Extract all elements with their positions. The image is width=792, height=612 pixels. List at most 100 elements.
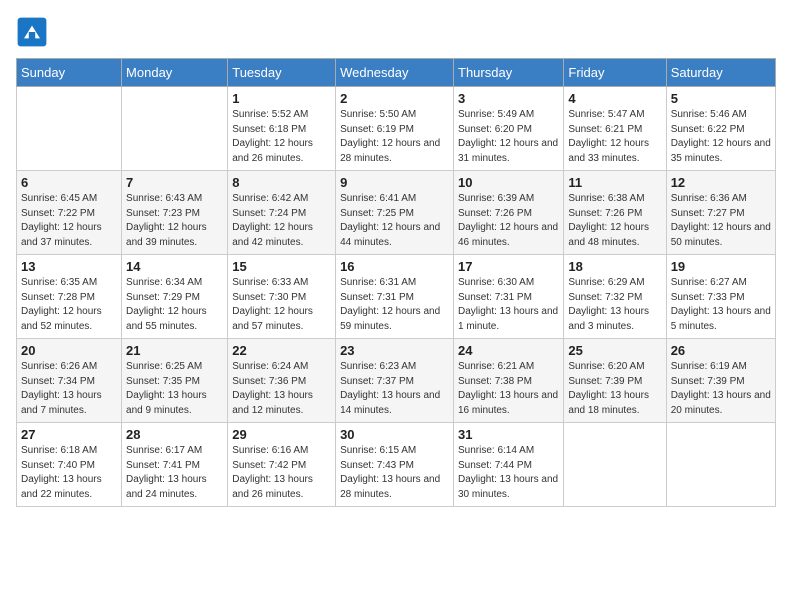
day-info: Sunrise: 5:49 AMSunset: 6:20 PMDaylight:… [458, 108, 559, 166]
day-info: Sunrise: 6:17 AMSunset: 7:41 PMDaylight:… [126, 444, 223, 502]
day-number: 21 [126, 343, 223, 358]
day-info: Sunrise: 6:30 AMSunset: 7:31 PMDaylight:… [458, 276, 559, 334]
calendar-cell: 19 Sunrise: 6:27 AMSunset: 7:33 PMDayligh… [666, 255, 775, 339]
day-info: Sunrise: 6:35 AMSunset: 7:28 PMDaylight:… [21, 276, 117, 334]
calendar-week-row: 27 Sunrise: 6:18 AMSunset: 7:40 PMDayligh… [17, 423, 776, 507]
day-number: 24 [458, 343, 559, 358]
calendar-cell: 30 Sunrise: 6:15 AMSunset: 7:43 PMDayligh… [336, 423, 454, 507]
day-number: 13 [21, 259, 117, 274]
calendar-cell: 23 Sunrise: 6:23 AMSunset: 7:37 PMDayligh… [336, 339, 454, 423]
calendar-cell: 22Sunrise: 6:24 AMSunset: 7:36 PMDayligh… [228, 339, 336, 423]
day-number: 3 [458, 91, 559, 106]
calendar-cell: 26 Sunrise: 6:19 AMSunset: 7:39 PMDayligh… [666, 339, 775, 423]
day-number: 19 [671, 259, 771, 274]
calendar-cell: 21 Sunrise: 6:25 AMSunset: 7:35 PMDayligh… [122, 339, 228, 423]
calendar-header-tuesday: Tuesday [228, 59, 336, 87]
calendar-cell: 11Sunrise: 6:38 AMSunset: 7:26 PMDayligh… [564, 171, 666, 255]
day-number: 11 [568, 175, 661, 190]
day-number: 23 [340, 343, 449, 358]
day-info: Sunrise: 6:20 AMSunset: 7:39 PMDaylight:… [568, 360, 661, 418]
day-number: 1 [232, 91, 331, 106]
calendar-cell: 24 Sunrise: 6:21 AMSunset: 7:38 PMDayligh… [454, 339, 564, 423]
day-info: Sunrise: 6:43 AMSunset: 7:23 PMDaylight:… [126, 192, 223, 250]
day-number: 30 [340, 427, 449, 442]
calendar-week-row: 1 Sunrise: 5:52 AMSunset: 6:18 PMDaylight… [17, 87, 776, 171]
day-number: 26 [671, 343, 771, 358]
calendar-cell: 6Sunrise: 6:45 AMSunset: 7:22 PMDaylight… [17, 171, 122, 255]
calendar-week-row: 20 Sunrise: 6:26 AMSunset: 7:34 PMDayligh… [17, 339, 776, 423]
calendar-cell: 7 Sunrise: 6:43 AMSunset: 7:23 PMDaylight… [122, 171, 228, 255]
calendar-cell: 15 Sunrise: 6:33 AMSunset: 7:30 PMDayligh… [228, 255, 336, 339]
day-number: 27 [21, 427, 117, 442]
day-number: 28 [126, 427, 223, 442]
day-info: Sunrise: 6:15 AMSunset: 7:43 PMDaylight:… [340, 444, 449, 502]
logo [16, 16, 52, 48]
day-info: Sunrise: 6:42 AMSunset: 7:24 PMDaylight:… [232, 192, 331, 250]
day-number: 18 [568, 259, 661, 274]
day-info: Sunrise: 6:34 AMSunset: 7:29 PMDaylight:… [126, 276, 223, 334]
calendar-cell [564, 423, 666, 507]
calendar-cell [17, 87, 122, 171]
calendar-cell: 28 Sunrise: 6:17 AMSunset: 7:41 PMDayligh… [122, 423, 228, 507]
day-number: 31 [458, 427, 559, 442]
day-number: 14 [126, 259, 223, 274]
day-info: Sunrise: 6:16 AMSunset: 7:42 PMDaylight:… [232, 444, 331, 502]
calendar-cell: 16Sunrise: 6:31 AMSunset: 7:31 PMDayligh… [336, 255, 454, 339]
day-info: Sunrise: 6:29 AMSunset: 7:32 PMDaylight:… [568, 276, 661, 334]
day-number: 4 [568, 91, 661, 106]
calendar-header-saturday: Saturday [666, 59, 775, 87]
day-info: Sunrise: 6:19 AMSunset: 7:39 PMDaylight:… [671, 360, 771, 418]
day-number: 29 [232, 427, 331, 442]
day-info: Sunrise: 6:23 AMSunset: 7:37 PMDaylight:… [340, 360, 449, 418]
calendar-header-thursday: Thursday [454, 59, 564, 87]
day-info: Sunrise: 6:25 AMSunset: 7:35 PMDaylight:… [126, 360, 223, 418]
day-number: 20 [21, 343, 117, 358]
calendar-header-row: SundayMondayTuesdayWednesdayThursdayFrid… [17, 59, 776, 87]
day-number: 5 [671, 91, 771, 106]
day-info: Sunrise: 5:47 AMSunset: 6:21 PMDaylight:… [568, 108, 661, 166]
day-number: 9 [340, 175, 449, 190]
calendar-cell: 17Sunrise: 6:30 AMSunset: 7:31 PMDayligh… [454, 255, 564, 339]
day-number: 15 [232, 259, 331, 274]
calendar-cell: 27 Sunrise: 6:18 AMSunset: 7:40 PMDayligh… [17, 423, 122, 507]
calendar-week-row: 13 Sunrise: 6:35 AMSunset: 7:28 PMDayligh… [17, 255, 776, 339]
day-info: Sunrise: 5:50 AMSunset: 6:19 PMDaylight:… [340, 108, 449, 166]
day-info: Sunrise: 6:33 AMSunset: 7:30 PMDaylight:… [232, 276, 331, 334]
calendar-cell: 29 Sunrise: 6:16 AMSunset: 7:42 PMDayligh… [228, 423, 336, 507]
day-info: Sunrise: 6:31 AMSunset: 7:31 PMDaylight:… [340, 276, 449, 334]
day-number: 22 [232, 343, 331, 358]
day-number: 8 [232, 175, 331, 190]
calendar-week-row: 6Sunrise: 6:45 AMSunset: 7:22 PMDaylight… [17, 171, 776, 255]
calendar-cell: 5 Sunrise: 5:46 AMSunset: 6:22 PMDaylight… [666, 87, 775, 171]
day-info: Sunrise: 6:45 AMSunset: 7:22 PMDaylight:… [21, 192, 117, 250]
day-number: 7 [126, 175, 223, 190]
day-info: Sunrise: 6:41 AMSunset: 7:25 PMDaylight:… [340, 192, 449, 250]
calendar-cell: 1 Sunrise: 5:52 AMSunset: 6:18 PMDaylight… [228, 87, 336, 171]
day-info: Sunrise: 6:18 AMSunset: 7:40 PMDaylight:… [21, 444, 117, 502]
day-info: Sunrise: 6:26 AMSunset: 7:34 PMDaylight:… [21, 360, 117, 418]
calendar-header-monday: Monday [122, 59, 228, 87]
day-info: Sunrise: 6:27 AMSunset: 7:33 PMDaylight:… [671, 276, 771, 334]
calendar-cell: 25 Sunrise: 6:20 AMSunset: 7:39 PMDayligh… [564, 339, 666, 423]
calendar-cell: 14 Sunrise: 6:34 AMSunset: 7:29 PMDayligh… [122, 255, 228, 339]
calendar-cell: 20 Sunrise: 6:26 AMSunset: 7:34 PMDayligh… [17, 339, 122, 423]
page-header [16, 16, 776, 48]
day-info: Sunrise: 6:21 AMSunset: 7:38 PMDaylight:… [458, 360, 559, 418]
day-number: 25 [568, 343, 661, 358]
day-number: 10 [458, 175, 559, 190]
day-info: Sunrise: 5:46 AMSunset: 6:22 PMDaylight:… [671, 108, 771, 166]
calendar-cell: 12Sunrise: 6:36 AMSunset: 7:27 PMDayligh… [666, 171, 775, 255]
calendar-header-friday: Friday [564, 59, 666, 87]
day-info: Sunrise: 6:39 AMSunset: 7:26 PMDaylight:… [458, 192, 559, 250]
calendar-cell: 18 Sunrise: 6:29 AMSunset: 7:32 PMDayligh… [564, 255, 666, 339]
day-number: 12 [671, 175, 771, 190]
calendar-header-sunday: Sunday [17, 59, 122, 87]
day-info: Sunrise: 5:52 AMSunset: 6:18 PMDaylight:… [232, 108, 331, 166]
calendar-cell [122, 87, 228, 171]
calendar-header-wednesday: Wednesday [336, 59, 454, 87]
calendar-cell: 13 Sunrise: 6:35 AMSunset: 7:28 PMDayligh… [17, 255, 122, 339]
calendar-cell: 4 Sunrise: 5:47 AMSunset: 6:21 PMDaylight… [564, 87, 666, 171]
calendar-cell: 10 Sunrise: 6:39 AMSunset: 7:26 PMDayligh… [454, 171, 564, 255]
calendar-cell: 9 Sunrise: 6:41 AMSunset: 7:25 PMDaylight… [336, 171, 454, 255]
calendar-cell [666, 423, 775, 507]
